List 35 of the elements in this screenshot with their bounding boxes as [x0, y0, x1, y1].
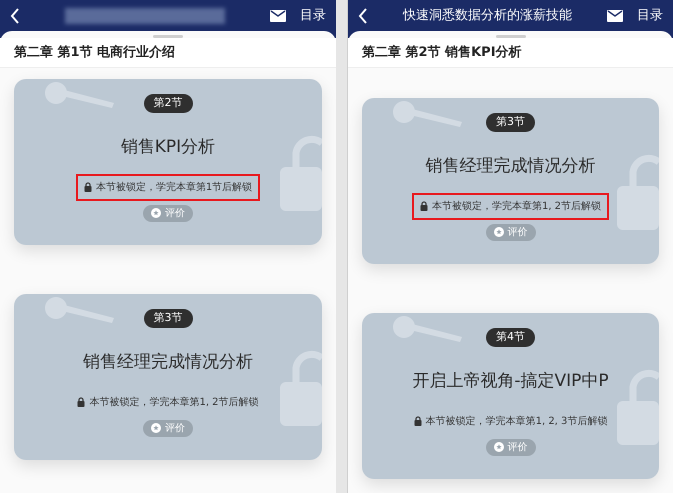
lock-text: 本节被锁定，学完本章第1, 2, 3节后解锁 — [426, 414, 608, 428]
section-badge: 第2节 — [144, 94, 192, 113]
back-icon[interactable] — [358, 8, 368, 24]
drag-handle[interactable] — [153, 35, 183, 38]
drag-handle[interactable] — [496, 35, 526, 38]
star-circle-icon — [494, 442, 504, 452]
lock-icon — [77, 397, 86, 407]
section-badge: 第3节 — [486, 113, 535, 132]
lock-icon — [84, 182, 92, 192]
back-icon[interactable] — [10, 8, 20, 24]
lesson-title: 销售KPI分析 — [120, 136, 216, 159]
section-badge: 第3节 — [144, 309, 192, 328]
locked-lesson-card[interactable]: 第2节 销售KPI分析 本节被锁定，学完本章第1节后解锁 评价 — [14, 79, 322, 245]
lesson-title: 销售经理完成情况分析 — [426, 155, 596, 178]
lock-text: 本节被锁定，学完本章第1, 2节后解锁 — [89, 396, 259, 410]
star-circle-icon — [494, 227, 504, 237]
chapter-title: 第二章 第2节 销售KPI分析 — [362, 44, 522, 62]
star-circle-icon — [151, 208, 161, 218]
lock-icon — [414, 416, 422, 426]
catalog-button[interactable]: 目录 — [300, 6, 326, 26]
chapter-title: 第二章 第1节 电商行业介绍 — [14, 44, 176, 62]
lesson-title: 销售经理完成情况分析 — [83, 351, 253, 374]
lock-text: 本节被锁定，学完本章第1节后解锁 — [96, 180, 252, 194]
course-title: 快速洞悉数据分析的涨薪技能 — [403, 6, 572, 25]
locked-lesson-card[interactable]: 第3节 销售经理完成情况分析 本节被锁定，学完本章第1, 2节后解锁 评价 — [14, 294, 322, 460]
mail-icon[interactable] — [607, 10, 623, 22]
lock-icon — [420, 201, 428, 211]
section-badge: 第4节 — [486, 328, 535, 347]
lock-text: 本节被锁定，学完本章第1, 2节后解锁 — [432, 200, 602, 214]
locked-lesson-card[interactable]: 第3节 销售经理完成情况分析 本节被锁定，学完本章第1, 2节后解锁 评价 — [362, 98, 659, 264]
locked-lesson-card[interactable]: 第4节 开启上帝视角-搞定VIP中P 本节被锁定，学完本章第1, 2, 3节后解锁 评价 — [362, 313, 659, 479]
catalog-button[interactable]: 目录 — [637, 6, 663, 26]
star-circle-icon — [151, 423, 161, 433]
mail-icon[interactable] — [270, 10, 286, 22]
lesson-title: 开启上帝视角-搞定VIP中P — [412, 370, 609, 393]
